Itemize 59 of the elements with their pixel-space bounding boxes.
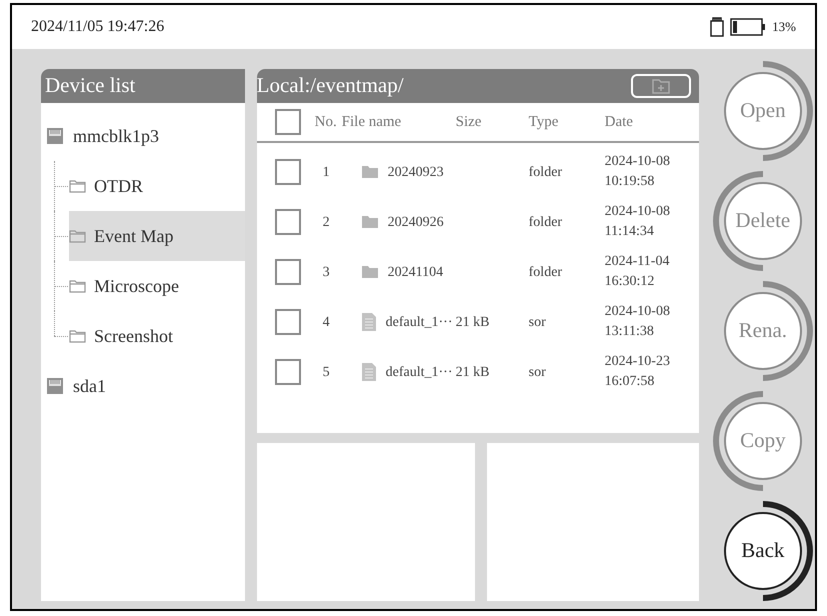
column-header: Date bbox=[604, 112, 633, 132]
table-cell: 21 kB bbox=[456, 314, 490, 330]
checkbox[interactable] bbox=[274, 309, 301, 335]
table-cell-text: 3 bbox=[322, 264, 331, 282]
path-title: Local:/eventmap/ bbox=[256, 72, 404, 100]
sd-card-icon bbox=[45, 126, 65, 146]
panel-title: Device list bbox=[45, 72, 136, 100]
table-cell: sor bbox=[528, 314, 546, 330]
table-cell-text: 5 bbox=[322, 364, 331, 382]
battery-icon bbox=[730, 18, 766, 36]
folder-icon bbox=[362, 166, 378, 178]
sd-card-icon bbox=[45, 376, 65, 396]
file-row[interactable]: 2 20240926 folder 2024-10-08 11:14:34 bbox=[256, 197, 699, 247]
column-header: Size bbox=[456, 112, 482, 132]
checkbox[interactable] bbox=[274, 209, 301, 235]
table-cell: folder bbox=[528, 264, 562, 280]
file-row[interactable]: 3 20241104 folder 2024-11-04 16:30:12 bbox=[256, 247, 699, 297]
tree-item[interactable]: Event Map bbox=[69, 211, 245, 261]
table-cell: folder bbox=[528, 214, 562, 230]
new-folder-button[interactable] bbox=[630, 74, 691, 98]
checkbox[interactable] bbox=[274, 109, 301, 135]
file-name: 20240923 bbox=[388, 164, 444, 182]
document-icon bbox=[362, 313, 376, 331]
folder-icon bbox=[362, 266, 378, 278]
file-row[interactable]: 4 default_1··· 21 kB sor 2024-10-08 13:11:38 bbox=[256, 297, 699, 347]
table-cell-text: 2024-10-08 bbox=[604, 203, 670, 221]
table-cell-text: 16:07:58 bbox=[604, 373, 656, 391]
table-cell-text: 2024-10-23 bbox=[604, 353, 670, 371]
table-cell-text: 11:14:34 bbox=[604, 223, 655, 241]
sd-card-icon bbox=[710, 17, 724, 37]
column-header: File name bbox=[342, 112, 402, 132]
table-cell-text: 4 bbox=[322, 314, 331, 332]
column-header: Type bbox=[528, 112, 560, 132]
file-row[interactable]: 5 default_1··· 21 kB sor 2024-10-23 16:07:58 bbox=[256, 347, 699, 397]
checkbox[interactable] bbox=[274, 159, 301, 185]
table-cell: sor bbox=[528, 364, 546, 380]
file-name: default_1··· bbox=[386, 364, 452, 382]
table-cell-text: 13:11:38 bbox=[604, 323, 655, 341]
battery-percent: 13% bbox=[772, 18, 796, 36]
date-time: 2024/11/05 19:47:26 bbox=[31, 17, 164, 37]
table-cell-text: 2024-10-08 bbox=[604, 303, 670, 321]
table-cell-text: 2024-11-04 bbox=[604, 253, 670, 271]
table-cell-text: 1 bbox=[322, 164, 331, 182]
document-icon bbox=[362, 363, 376, 381]
table-cell-text: 2 bbox=[322, 214, 331, 232]
table-cell: 21 kB bbox=[456, 364, 490, 380]
file-name: 20240926 bbox=[388, 214, 444, 232]
table-cell-text: 10:19:58 bbox=[604, 173, 656, 191]
folder-plus-icon bbox=[652, 78, 670, 94]
file-row[interactable]: 1 20240923 folder 2024-10-08 10:19:58 bbox=[256, 147, 699, 197]
file-name: default_1··· bbox=[386, 314, 452, 332]
table-cell-text: 2024-10-08 bbox=[604, 153, 670, 171]
folder-icon bbox=[362, 216, 378, 228]
file-name: 20241104 bbox=[388, 264, 444, 282]
checkbox[interactable] bbox=[274, 359, 301, 385]
checkbox[interactable] bbox=[274, 259, 301, 285]
column-header: No. bbox=[314, 112, 338, 132]
table-cell: folder bbox=[528, 164, 562, 180]
table-cell-text: 16:30:12 bbox=[604, 273, 656, 291]
